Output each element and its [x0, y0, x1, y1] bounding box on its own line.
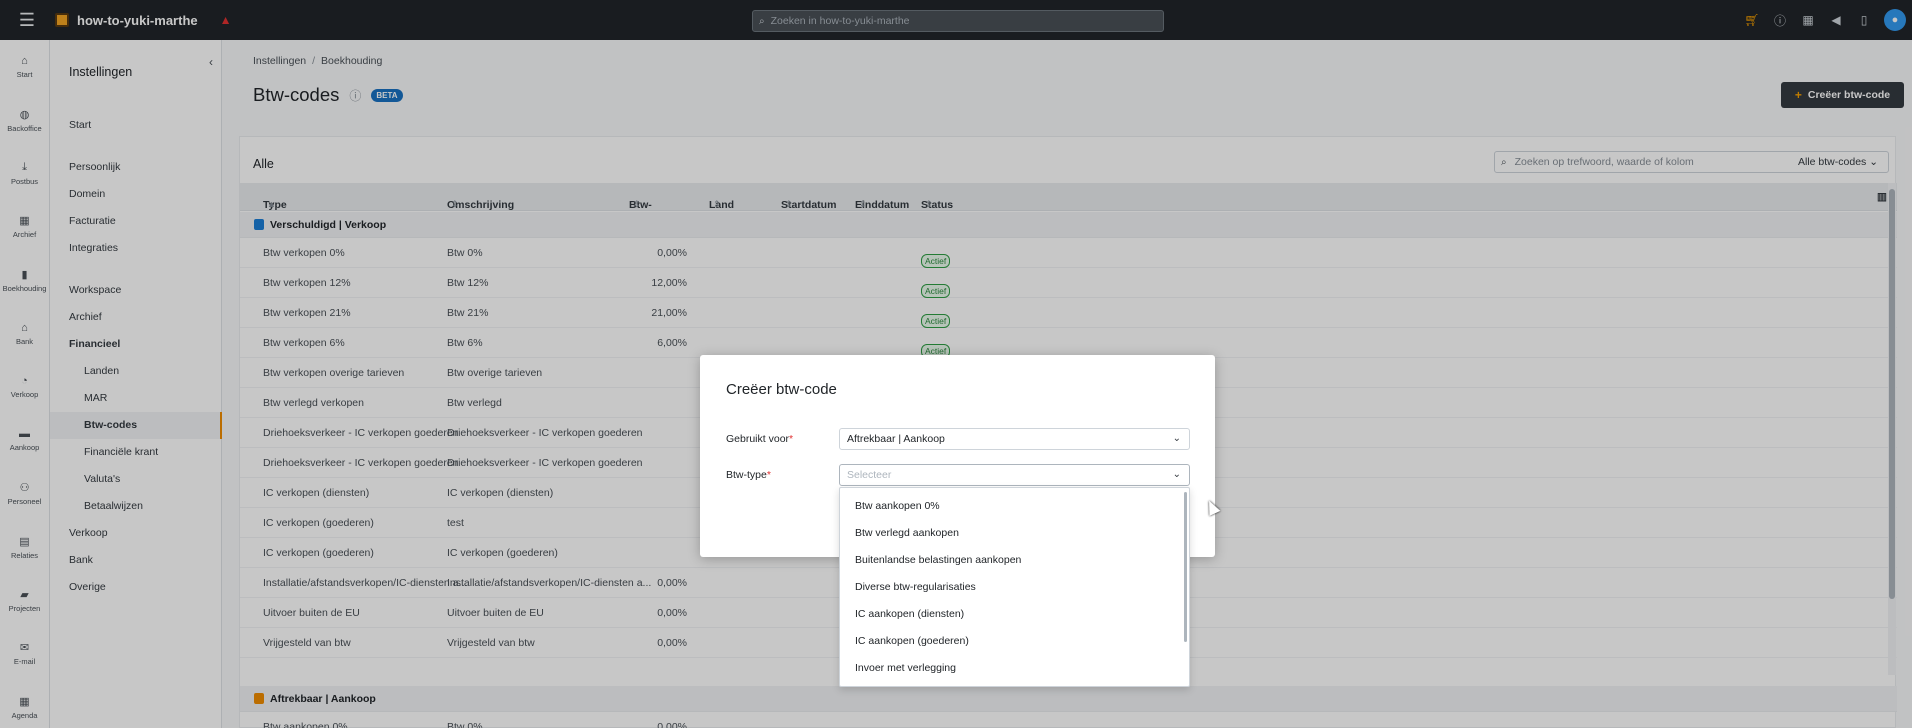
dropdown-option[interactable]: Btw aankopen 0% — [840, 493, 1189, 520]
btw-type-label: Btw-type* — [726, 469, 771, 481]
dropdown-option[interactable]: Buitenlandse belastingen aankopen — [840, 547, 1189, 574]
gebruikt-voor-label: Gebruikt voor* — [726, 433, 794, 445]
dropdown-option[interactable]: IC aankopen (diensten) — [840, 601, 1189, 628]
gebruikt-voor-select[interactable]: Aftrekbaar | Aankoop ⌄ — [839, 428, 1190, 450]
chevron-down-icon: ⌄ — [1172, 469, 1181, 480]
dropdown-option[interactable]: Btw verlegd aankopen — [840, 520, 1189, 547]
btw-type-select[interactable]: Selecteer ⌄ — [839, 464, 1190, 486]
chevron-down-icon: ⌄ — [1172, 433, 1181, 444]
dropdown-scrollbar[interactable] — [1184, 492, 1187, 642]
dropdown-option[interactable]: Invoer met verlegging — [840, 655, 1189, 682]
dropdown-option[interactable]: Diverse btw-regularisaties — [840, 574, 1189, 601]
btw-type-dropdown: Btw aankopen 0% Btw verlegd aankopen Buite… — [839, 487, 1190, 687]
dialog-title: Creëer btw-code — [726, 381, 837, 398]
dropdown-option[interactable]: IC aankopen (goederen) — [840, 628, 1189, 655]
